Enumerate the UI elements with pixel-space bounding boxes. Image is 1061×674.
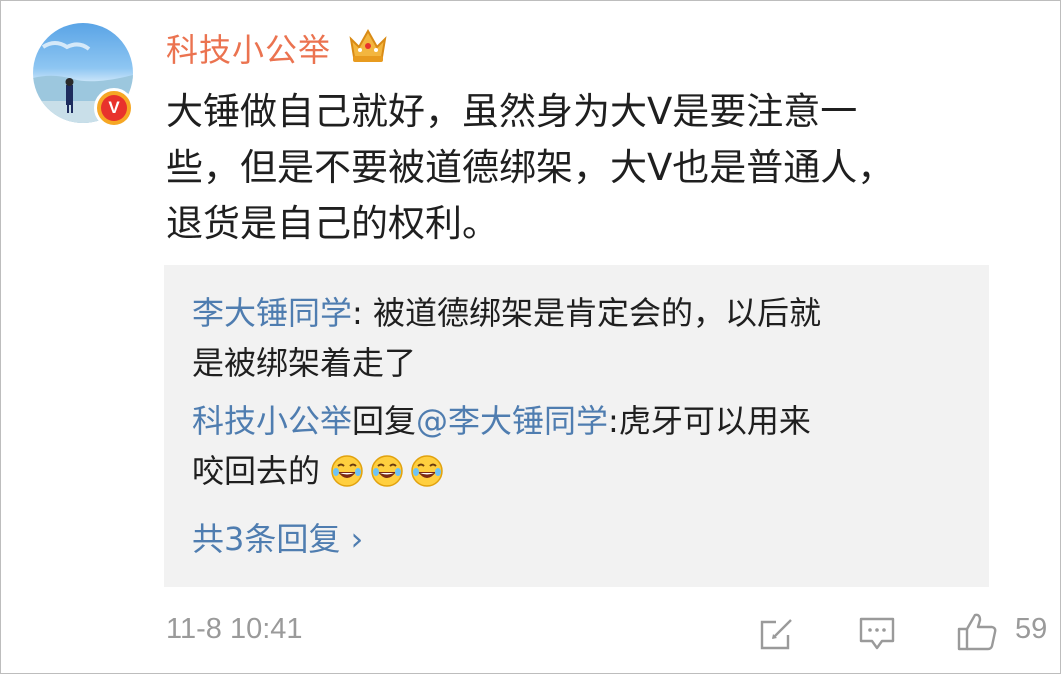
verified-badge-icon: V	[94, 88, 134, 128]
reply-item[interactable]: 李大锤同学: 被道德绑架是肯定会的，以后就 是被绑架着走了	[192, 288, 972, 388]
reply-word: 回复	[352, 402, 417, 440]
reply-author-link[interactable]: 李大锤同学	[192, 294, 352, 332]
laughing-tears-emoji-icon	[331, 455, 363, 487]
like-count: 59	[1015, 613, 1048, 645]
comment-icon[interactable]	[858, 615, 896, 653]
comment-text-line: 大锤做自己就好，虽然身为大V是要注意一	[166, 90, 858, 133]
mention-link[interactable]: @李大锤同学	[416, 402, 608, 440]
replies-box: 李大锤同学: 被道德绑架是肯定会的，以后就 是被绑架着走了 科技小公举回复@李大…	[164, 265, 989, 587]
comment-author[interactable]: 科技小公举	[166, 25, 331, 71]
reply-text: 被道德绑架是肯定会的，以后就	[372, 294, 821, 332]
reply-item[interactable]: 科技小公举回复@李大锤同学:虎牙可以用来 咬回去的	[192, 396, 972, 496]
comment-timestamp: 11-8 10:41	[166, 613, 303, 645]
laughing-tears-emoji-icon	[371, 455, 403, 487]
reply-text: 是被绑架着走了	[192, 344, 417, 382]
verified-badge-letter: V	[101, 95, 127, 121]
reply-separator: :	[608, 402, 619, 440]
reply-separator: :	[352, 294, 373, 332]
comment-card: V 科技小公举 大锤做自己就好，虽然身为大V是要注意一 些，但是不要被道德绑架，…	[0, 0, 1061, 674]
comment-text: 大锤做自己就好，虽然身为大V是要注意一 些，但是不要被道德绑架，大V也是普通人，…	[166, 84, 986, 252]
reply-text: 虎牙可以用来	[618, 402, 811, 440]
crown-member-icon[interactable]	[347, 25, 389, 65]
thumbs-up-icon[interactable]	[956, 611, 998, 653]
reply-author-link[interactable]: 科技小公举	[192, 402, 352, 440]
view-all-replies-link[interactable]: 共3条回复 ›	[192, 514, 363, 560]
comment-text-line: 退货是自己的权利。	[166, 202, 499, 245]
comment-text-line: 些，但是不要被道德绑架，大V也是普通人，	[166, 146, 895, 189]
laughing-tears-emoji-icon	[411, 455, 443, 487]
share-icon[interactable]	[758, 615, 796, 653]
reply-text: 咬回去的	[192, 452, 321, 490]
